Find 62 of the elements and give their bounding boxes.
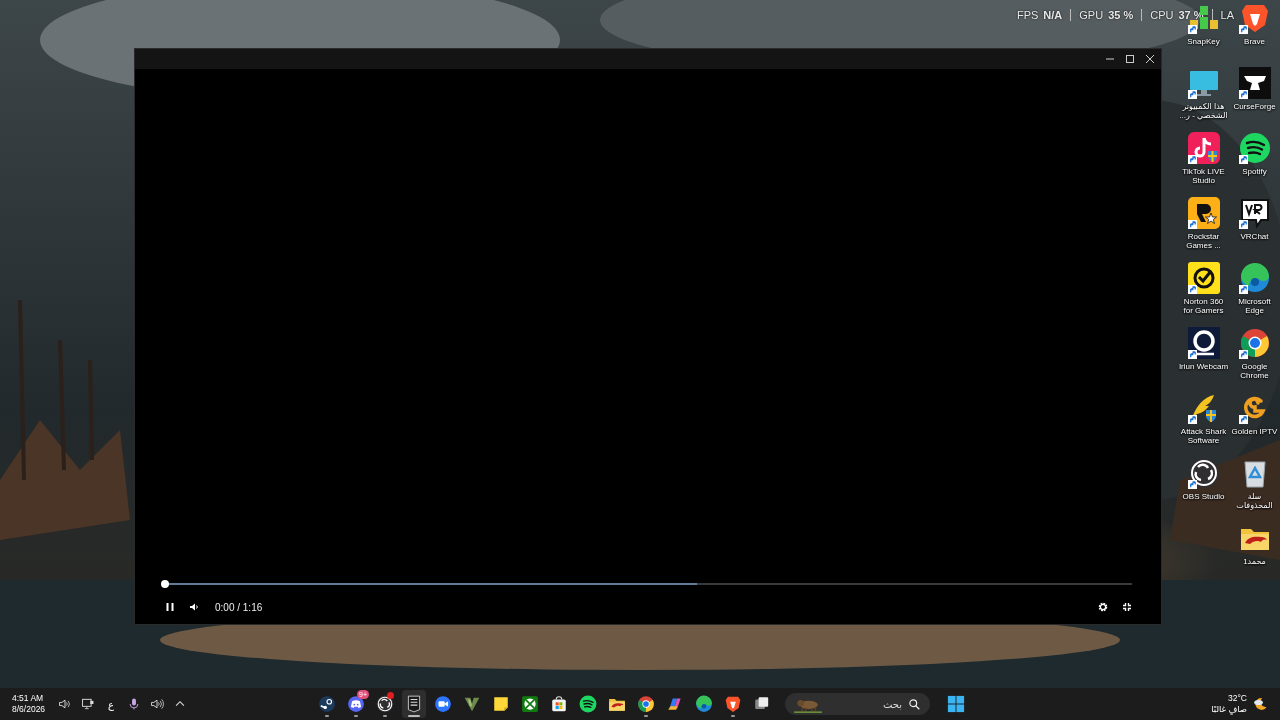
swirl-icon[interactable] [1238,262,1271,294]
icon-label[interactable]: Rockstar Games ... [1178,232,1229,250]
icon-label[interactable]: VRChat [1229,232,1280,241]
browser-wheel-icon[interactable] [1238,327,1271,359]
icon-label[interactable]: Brave [1229,37,1280,46]
close-icon[interactable] [1145,54,1155,64]
icon-label[interactable]: Google Chrome [1229,362,1280,380]
cross-ball-icon[interactable] [521,695,539,713]
swirl-icon[interactable] [695,695,713,713]
start-icon[interactable] [947,695,965,713]
sticky-note-icon[interactable] [492,695,510,713]
stat-label: LA [1220,9,1234,21]
icon-label[interactable]: Microsoft Edge [1229,297,1280,315]
icon-label[interactable]: SnapKey [1178,37,1229,46]
icon-label[interactable]: Iriun Webcam [1178,362,1229,371]
settings-icon[interactable] [1098,602,1108,612]
icon-label[interactable]: Golden IPTV [1229,427,1280,436]
time-display: 0:00 / 1:16 [215,601,263,613]
browser-wheel-icon[interactable] [637,695,655,713]
icon-label[interactable]: TikTok LIVE Studio [1178,167,1229,185]
clock-time[interactable]: 4:51 AM [12,693,46,704]
icon-label[interactable]: Norton 360 for Gamers [1178,297,1229,315]
icon-label[interactable]: سلة المحذوفات [1229,492,1280,510]
speaker-icon[interactable] [58,697,73,711]
icon-label[interactable]: محمد1 [1229,557,1280,566]
shopping-bag-icon[interactable] [550,695,568,713]
volume-icon[interactable] [189,602,199,612]
stat-value: 35 % [1108,9,1134,21]
icon-label[interactable]: هذا الكمبيوتر الشخصي - ر... [1178,102,1229,120]
ring-icon[interactable] [1187,457,1220,489]
icon-label[interactable]: Attack Shark Software [1178,427,1229,445]
taskbar-button[interactable] [402,690,426,718]
controller-icon[interactable] [347,695,365,713]
piston-icon[interactable] [318,695,336,713]
ribbon-icon[interactable] [666,695,684,713]
temperature[interactable]: 32°C [1228,693,1247,704]
stat-value: N/A [1043,9,1063,21]
stat-label: GPU [1079,9,1104,21]
icon-label[interactable]: Spotify [1229,167,1280,176]
exit-fullscreen-icon[interactable] [1122,602,1132,612]
weather-condition[interactable]: صافٍ غالبًا [1211,704,1247,715]
monitor-network-icon[interactable] [81,697,96,711]
icon-label[interactable]: OBS Studio [1178,492,1229,501]
input-language[interactable]: ع [104,698,119,710]
v-shape-icon[interactable] [463,695,481,713]
clock-date[interactable]: 8/6/2026 [12,704,46,715]
striped-circle-icon[interactable] [1238,132,1271,164]
shield-icon[interactable] [405,695,423,713]
icon-label[interactable]: CurseForge [1229,102,1280,111]
seek-thumb[interactable] [161,580,169,588]
moon-cloud-icon[interactable] [1252,696,1268,712]
maximize-icon[interactable] [1125,54,1135,64]
stat-label: FPS [1016,9,1039,21]
ring-icon[interactable] [376,695,394,713]
volume-icon[interactable] [150,697,165,711]
lion-shield-icon[interactable] [724,695,742,713]
stat-label: CPU [1150,9,1174,21]
search-field[interactable]: بحث [785,693,930,715]
pause-icon[interactable] [165,602,175,612]
video-camera-icon[interactable] [434,695,452,713]
striped-circle-icon[interactable] [579,695,597,713]
search-icon[interactable] [908,698,920,710]
